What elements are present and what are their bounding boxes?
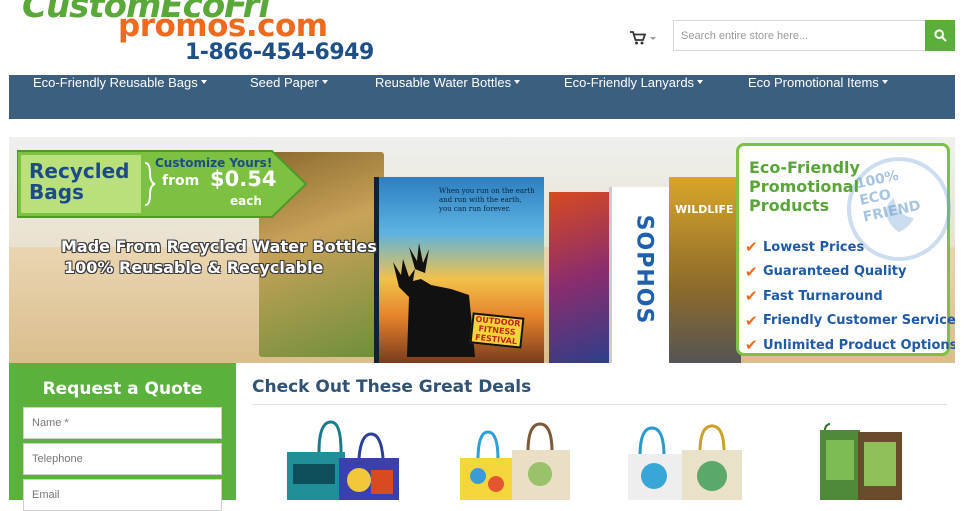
tag-each: each xyxy=(230,194,262,208)
product-image xyxy=(460,422,570,500)
bag-print-quote: When you run on the earth and run with t… xyxy=(439,187,535,213)
benefit-item: ✔ Friendly Customer Service xyxy=(745,309,955,334)
check-icon: ✔ xyxy=(745,311,758,330)
nav-label: Eco-Friendly Lanyards xyxy=(564,75,695,90)
deals-heading: Check Out These Great Deals xyxy=(252,377,532,397)
name-field[interactable] xyxy=(23,407,222,439)
check-icon: ✔ xyxy=(745,336,758,355)
bag-print-sophos: SOPHOS xyxy=(631,214,657,325)
caret-down-icon xyxy=(514,79,521,84)
product-image xyxy=(628,424,742,500)
divider xyxy=(252,404,947,405)
benefit-label: Unlimited Product Options xyxy=(763,337,955,353)
eco-benefits-panel: 100% ECO FRIEND Eco-Friendly Promotional… xyxy=(736,143,955,356)
tag-title: Recycled Bags xyxy=(29,159,130,204)
logo-domain: promos.com xyxy=(118,8,328,44)
banner-line-1: Made From Recycled Water Bottles xyxy=(61,237,377,256)
price-tag: Recycled Bags Customize Yours! from $0.5… xyxy=(17,149,307,219)
product-card[interactable] xyxy=(283,418,403,500)
shopping-cart-icon[interactable] xyxy=(629,30,657,46)
bag-print-wildlife: WILDLIFE xyxy=(675,203,734,216)
product-card[interactable] xyxy=(456,418,576,500)
check-icon: ✔ xyxy=(745,287,758,306)
caret-down-icon xyxy=(697,79,704,84)
telephone-field[interactable] xyxy=(23,443,222,475)
cart-caret-icon xyxy=(650,37,656,40)
benefit-item: ✔ Unlimited Product Options xyxy=(745,333,955,358)
main-nav: Eco-Friendly Reusable Bags Seed Paper Re… xyxy=(9,75,955,119)
nav-label: Eco-Friendly Reusable Bags xyxy=(33,75,198,90)
nav-label: Seed Paper xyxy=(250,75,319,90)
site-header: CustomEcoFri promos.com 1-866-454-6949 xyxy=(0,0,965,75)
banner-line-2: 100% Reusable & Recyclable xyxy=(64,258,324,277)
nav-item-seed-paper[interactable]: Seed Paper xyxy=(250,75,328,119)
quote-title: Request a Quote xyxy=(42,379,203,399)
benefit-item: ✔ Lowest Prices xyxy=(745,235,955,260)
search-button[interactable] xyxy=(925,20,955,51)
bag-image: When you run on the earth and run with t… xyxy=(374,177,544,363)
check-icon: ✔ xyxy=(745,238,758,257)
hero-banner[interactable]: When you run on the earth and run with t… xyxy=(9,137,955,363)
benefit-label: Lowest Prices xyxy=(763,239,865,255)
search-icon xyxy=(933,29,947,42)
bag-image: SOPHOS xyxy=(609,187,671,363)
caret-down-icon xyxy=(321,79,328,84)
benefit-item: ✔ Fast Turnaround xyxy=(745,284,955,309)
email-field[interactable] xyxy=(23,479,222,511)
benefit-label: Fast Turnaround xyxy=(763,288,883,304)
nav-item-reusable-bags[interactable]: Eco-Friendly Reusable Bags xyxy=(33,75,207,119)
tag-from: from xyxy=(162,173,200,189)
phone-number: 1-866-454-6949 xyxy=(185,40,374,65)
nav-label: Eco Promotional Items xyxy=(748,75,879,90)
check-icon: ✔ xyxy=(745,262,758,281)
nav-item-lanyards[interactable]: Eco-Friendly Lanyards xyxy=(564,75,704,119)
caret-down-icon xyxy=(881,79,888,84)
product-card[interactable] xyxy=(800,418,920,500)
product-image xyxy=(287,420,399,500)
bag-image: WILDLIFE xyxy=(669,177,741,363)
caret-down-icon xyxy=(200,79,207,84)
product-card[interactable] xyxy=(626,418,746,500)
tag-price: $0.54 xyxy=(210,167,277,191)
benefit-item: ✔ Guaranteed Quality xyxy=(745,260,955,285)
nav-label: Reusable Water Bottles xyxy=(375,75,512,90)
benefits-list: ✔ Lowest Prices ✔ Guaranteed Quality ✔ Fast… xyxy=(745,235,955,358)
benefit-label: Friendly Customer Service xyxy=(763,313,955,329)
nav-item-water-bottles[interactable]: Reusable Water Bottles xyxy=(375,75,521,119)
quote-form: Request a Quote xyxy=(9,363,236,511)
bag-print-festival: OUTDOOR FITNESS FESTIVAL xyxy=(469,312,525,349)
benefit-label: Guaranteed Quality xyxy=(763,264,907,280)
product-image xyxy=(820,423,902,500)
nav-item-promotional-items[interactable]: Eco Promotional Items xyxy=(748,75,888,119)
search-input[interactable] xyxy=(673,20,925,51)
eco-panel-title: Eco-Friendly Promotional Products xyxy=(749,158,860,215)
